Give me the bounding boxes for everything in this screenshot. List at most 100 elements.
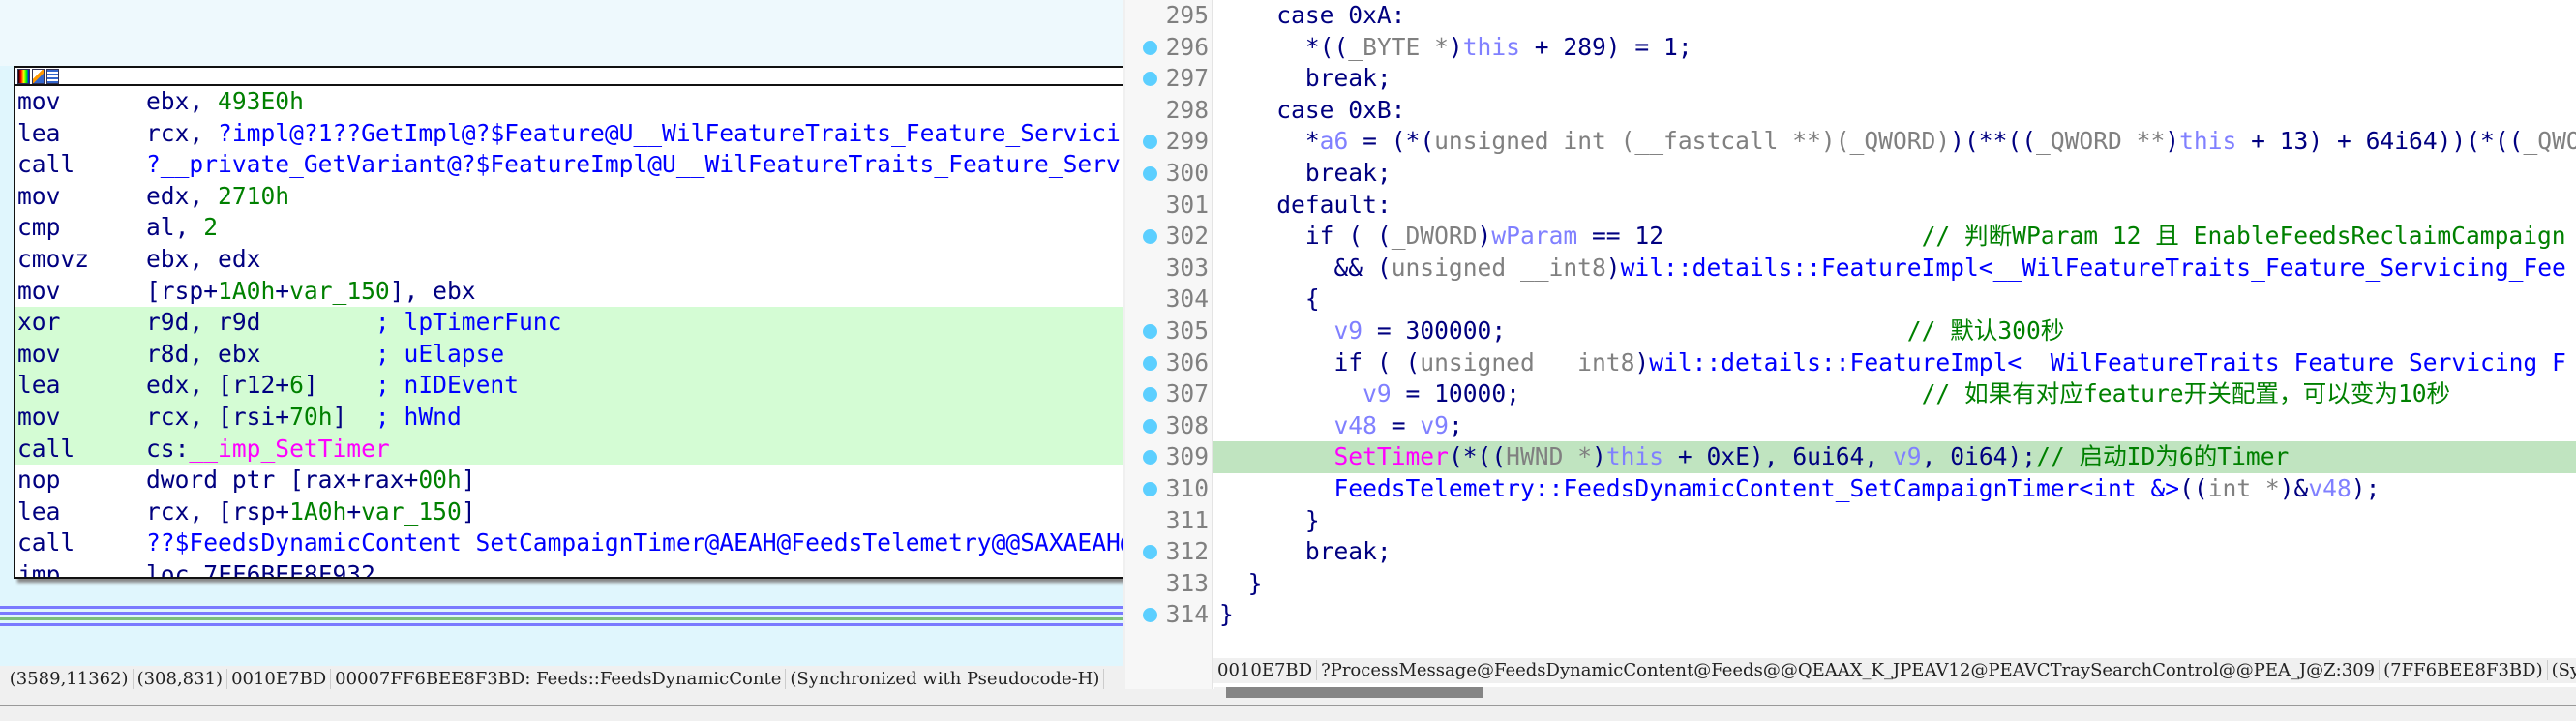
token: + 0xE), 6ui64, <box>1663 442 1893 471</box>
code-line[interactable]: 307 v9 = 10000; // 如果有对应feature开关配置，可以变为… <box>1125 378 2576 410</box>
operand: 6 <box>289 371 304 400</box>
asm-line[interactable]: jmp loc_7FF6BEE8F932 <box>15 559 1123 577</box>
operand: ?impl@?1??GetImpl@?$Feature@U__WilFeatur… <box>218 118 1123 147</box>
code-line[interactable]: 311 } <box>1125 505 2576 537</box>
code-line[interactable]: 304 { <box>1125 284 2576 315</box>
disassembly-view[interactable]: mov ebx, 493E0h lea rcx, ?impl@?1??GetImpl@… <box>0 0 1123 689</box>
code-line[interactable]: 308 v48 = v9; <box>1125 410 2576 442</box>
code-line[interactable]: 297 break; <box>1125 63 2576 95</box>
code-line[interactable]: 302 if ( (_DWORD)wParam == 12 // 判断WPara… <box>1125 221 2576 253</box>
asm-line[interactable]: xor r9d, r9d ; lpTimerFunc <box>15 307 1123 339</box>
asm-line[interactable]: mov [rsp+1A0h+var_150], ebx <box>15 276 1123 308</box>
code-line[interactable]: 313 } <box>1125 568 2576 600</box>
asm-line[interactable]: lea rcx, ?impl@?1??GetImpl@?$Feature@U__W… <box>15 118 1123 150</box>
token: )& <box>2279 474 2309 502</box>
code-line[interactable]: 300 break; <box>1125 158 2576 190</box>
token: == 12 <box>1577 222 1922 251</box>
asm-line[interactable]: lea edx, [r12+6] ; nIDEvent <box>15 370 1123 402</box>
operand: + <box>346 496 362 526</box>
line-number: 300 <box>1165 159 1209 187</box>
token: (( <box>2179 474 2208 502</box>
token: wil::details::FeatureImpl<__WilFeatureTr… <box>1620 253 2566 282</box>
code-line[interactable]: 303 && (unsigned __int8)wil::details::Fe… <box>1125 253 2576 285</box>
graph-color-icon[interactable] <box>17 68 30 84</box>
token: case 0xA: <box>1219 1 1406 29</box>
code-line[interactable]: 298 case 0xB: <box>1125 95 2576 127</box>
token: HWND * <box>1506 442 1593 471</box>
mnemonic: mov <box>17 87 61 115</box>
code-text: *((_BYTE *)this + 289) = 1; <box>1213 32 2576 64</box>
operand: edx, <box>146 181 219 210</box>
token: break; <box>1219 159 1392 187</box>
token: v9 <box>1333 316 1363 345</box>
graph-view-icon[interactable] <box>46 68 59 84</box>
asm-line[interactable]: mov rcx, [rsi+70h] ; hWnd <box>15 401 1123 434</box>
code-line[interactable]: 310 FeedsTelemetry::FeedsDynamicContent_… <box>1125 473 2576 505</box>
code-line[interactable]: 295 case 0xA: <box>1125 0 2576 32</box>
token: ) <box>1477 222 1492 251</box>
code-line[interactable]: 301 default: <box>1125 190 2576 222</box>
divider <box>0 612 1123 615</box>
asm-line[interactable]: cmp al, 2 <box>15 212 1123 244</box>
operand: var_150 <box>289 276 390 305</box>
code-text: *a6 = (*(unsigned int (__fastcall **)(_Q… <box>1213 126 2576 158</box>
code-text: SetTimer(*((HWND *)this + 0xE), 6ui64, v… <box>1213 441 2576 473</box>
mnemonic: xor <box>17 308 61 337</box>
asm-line[interactable]: nop dword ptr [rax+rax+00h] <box>15 465 1123 496</box>
code-line[interactable]: 309 SetTimer(*((HWND *)this + 0xE), 6ui6… <box>1125 441 2576 473</box>
token: SetTimer <box>1333 442 1449 471</box>
asm-line[interactable]: call ??$FeedsDynamicContent_SetCampaignTi… <box>15 527 1123 559</box>
operand: ebx, <box>146 87 219 115</box>
status-field: ?ProcessMessage@FeedsDynamicContent@Feed… <box>1317 660 2381 680</box>
operand: 00h <box>418 466 462 495</box>
asm-line[interactable]: call cs:__imp_SetTimer <box>15 433 1123 466</box>
operand: 1A0h <box>289 496 347 526</box>
asm-line[interactable]: mov edx, 2710h <box>15 181 1123 213</box>
code-line[interactable]: 299 *a6 = (*(unsigned int (__fastcall **… <box>1125 126 2576 158</box>
token: _QWORD ** <box>2036 127 2166 156</box>
token: } <box>1219 600 1234 629</box>
token: unsigned __int8 <box>1391 253 1606 282</box>
pseudocode-view[interactable]: 295 case 0xA: 296 *((_BYTE *)this + 289) … <box>1125 0 2576 689</box>
line-number: 309 <box>1165 442 1209 471</box>
token: // 如果有对应feature开关配置，可以变为10秒 <box>1921 379 2451 408</box>
code-line[interactable]: 306 if ( (unsigned __int8)wil::details::… <box>1125 347 2576 379</box>
token: ) <box>1592 442 1606 471</box>
status-field: 0010E7BD <box>1213 660 1318 680</box>
edit-icon[interactable] <box>32 68 45 84</box>
token: ) <box>1448 32 1463 61</box>
code-line[interactable]: 296 *((_BYTE *)this + 289) = 1; <box>1125 32 2576 64</box>
token: case 0xB: <box>1219 95 1406 124</box>
token: this <box>1605 442 1664 471</box>
line-number: 297 <box>1165 64 1209 93</box>
mnemonic: call <box>17 528 75 557</box>
line-number: 313 <box>1165 568 1209 597</box>
token: v48 <box>1333 410 1377 439</box>
operand: edx, [r12+ <box>146 371 290 400</box>
operand: rcx, <box>146 118 219 147</box>
code-line[interactable]: 305 v9 = 300000; // 默认300秒 <box>1125 315 2576 347</box>
code-text: v48 = v9; <box>1213 410 2576 442</box>
scrollbar-thumb[interactable] <box>1226 687 1483 698</box>
asm-line[interactable]: cmovz ebx, edx <box>15 244 1123 276</box>
graph-node[interactable]: mov ebx, 493E0h lea rcx, ?impl@?1??GetImpl@… <box>14 66 1123 579</box>
disasm-status-bar: (3589,11362) (308,831) 0010E7BD 00007FF6BEE… <box>0 666 1123 689</box>
asm-line[interactable]: call ?__private_GetVariant@?$FeatureImpl@… <box>15 149 1123 181</box>
token: ; <box>1448 410 1463 439</box>
token: = <box>1376 410 1421 439</box>
token: && ( <box>1219 253 1392 282</box>
line-number: 312 <box>1165 537 1209 566</box>
line-number: 303 <box>1165 253 1209 282</box>
code-line[interactable]: 314} <box>1125 599 2576 631</box>
asm-line[interactable]: mov r8d, ebx ; uElapse <box>15 338 1123 371</box>
line-number: 308 <box>1165 410 1209 439</box>
token: ); <box>2351 474 2381 502</box>
asm-line[interactable]: lea rcx, [rsp+1A0h+var_150] <box>15 496 1123 528</box>
asm-line[interactable]: mov ebx, 493E0h <box>15 86 1123 118</box>
line-number: 304 <box>1165 285 1209 314</box>
code-line[interactable]: 312 break; <box>1125 536 2576 568</box>
mnemonic: nop <box>17 466 61 495</box>
mnemonic: cmovz <box>17 244 90 273</box>
